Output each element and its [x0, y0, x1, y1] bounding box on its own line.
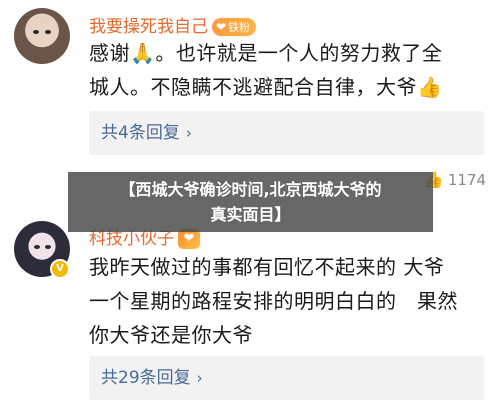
headline-line: 真实面目】 [210, 205, 291, 224]
comment-text-line: 城人。不隐瞒不逃避配合自律，大爷👍 [89, 75, 443, 99]
headline-title: 【西城大爷确诊时间,北京西城大爷的 真实面目】 [68, 177, 433, 227]
fan-badge-label: 铁粉 [228, 21, 251, 34]
heart-icon: ❤ [183, 231, 195, 246]
comment-1-replies[interactable]: 共4条回复 › [89, 111, 484, 155]
username-text[interactable]: 科技小伙子 [89, 229, 174, 249]
heart-icon: ❤ [216, 20, 227, 34]
comment-1-content: 感谢🙏。也许就是一个人的努力救了全 城人。不隐瞒不逃避配合自律，大爷👍 [89, 36, 489, 104]
avatar[interactable] [14, 8, 70, 64]
view-replies-link[interactable]: 共29条回复 › [101, 356, 203, 400]
like-count: 1174 [447, 171, 486, 189]
comment-2-replies[interactable]: 共29条回复 › [89, 356, 484, 400]
chevron-right-icon: › [196, 369, 203, 387]
replies-count: 共29条回复 [101, 368, 191, 388]
comment-text-line: 我昨天做过的事都有回忆不起来的 大爷 [89, 255, 445, 279]
username-text[interactable]: 我要操死我自己 [89, 17, 208, 37]
comment-1-username[interactable]: 我要操死我自己 ❤ 铁粉 [89, 12, 257, 37]
headline-line: 【西城大爷确诊时间,北京西城大爷的 [119, 180, 382, 199]
replies-count: 共4条回复 [101, 123, 180, 143]
comment-text-line: 一个星期的路程安排的明明白白的 果然 [89, 289, 458, 313]
comment-2-content: 我昨天做过的事都有回忆不起来的 大爷 一个星期的路程安排的明明白白的 果然 你大… [89, 250, 489, 352]
comment-text-line: 你大爷还是你大爷 [89, 323, 253, 347]
vip-badge: ❤ [178, 229, 200, 249]
chevron-right-icon: › [185, 124, 192, 142]
headline-overlay: 【西城大爷确诊时间,北京西城大爷的 真实面目】 [68, 172, 433, 232]
view-replies-link[interactable]: 共4条回复 › [101, 111, 192, 155]
verified-badge: V [50, 259, 70, 279]
like-button[interactable]: 👍 1174 [424, 170, 486, 189]
comment-text-line: 感谢🙏。也许就是一个人的努力救了全 [89, 41, 443, 65]
fan-badge: ❤ 铁粉 [212, 18, 257, 36]
